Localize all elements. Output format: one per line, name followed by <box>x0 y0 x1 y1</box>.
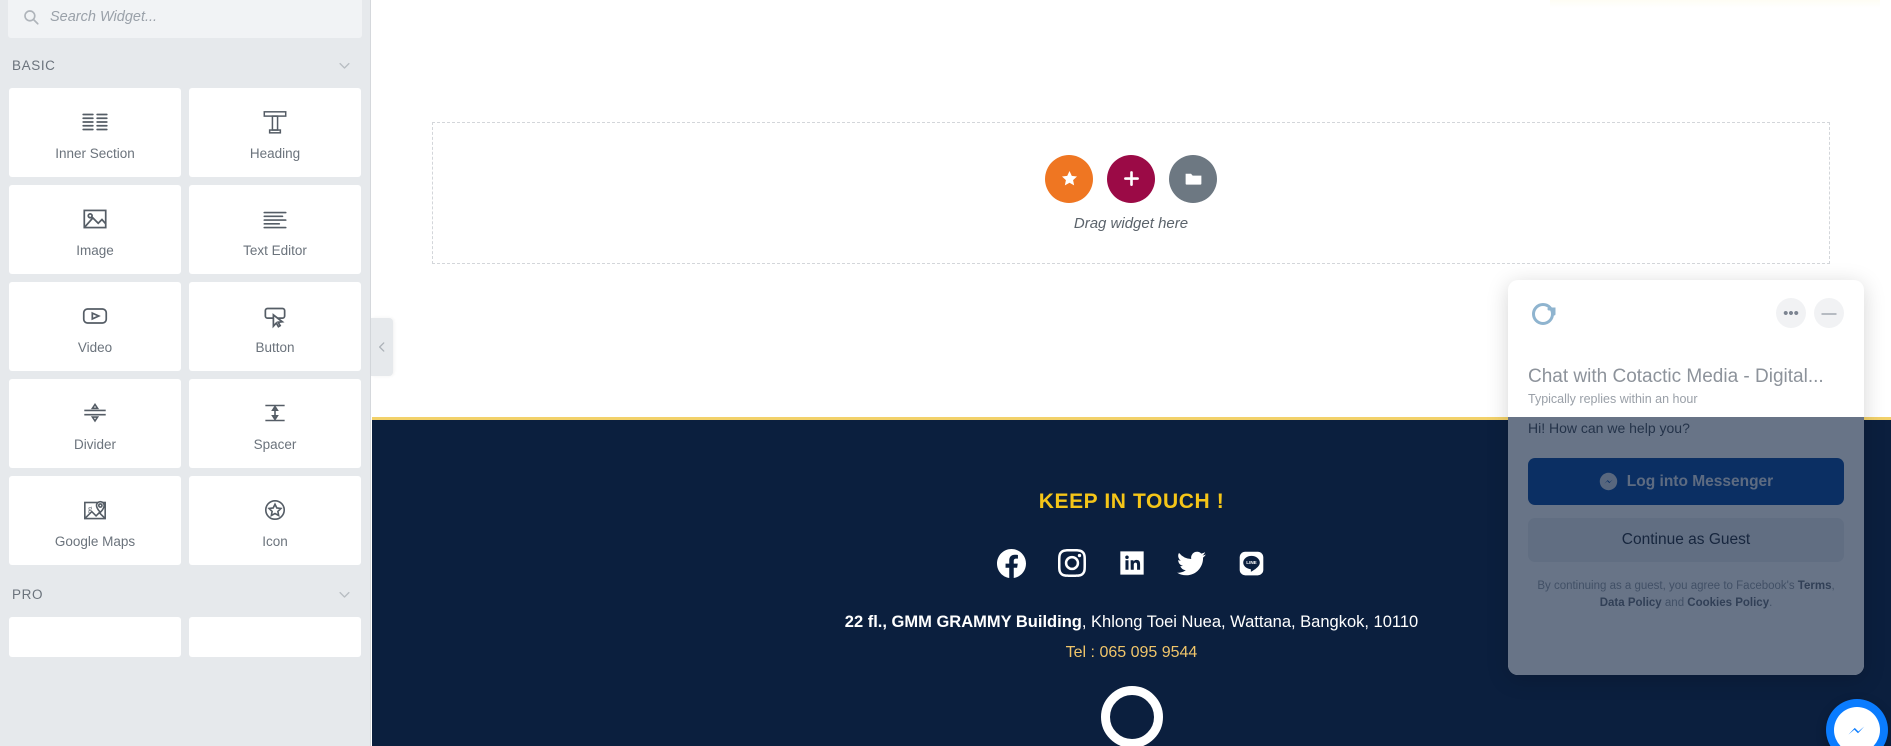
chat-greeting-message: Hi! How can we help you? <box>1528 420 1690 436</box>
widget-label: Heading <box>249 145 301 161</box>
chat-legal-text: By continuing as a guest, you agree to F… <box>1508 562 1864 611</box>
widget-label: Button <box>255 339 295 355</box>
inner-section-icon <box>78 105 112 139</box>
log-into-messenger-label: Log into Messenger <box>1626 472 1774 490</box>
widget-google-maps[interactable]: g Google Maps <box>9 476 181 565</box>
footer-address-rest: , Khlong Toei Nuea, Wattana, Bangkok, 10… <box>1081 613 1419 631</box>
widget-button[interactable]: Button <box>189 282 361 371</box>
chat-action-buttons: Log into Messenger Continue as Guest <box>1508 436 1864 562</box>
svg-text:LINE: LINE <box>1246 559 1257 564</box>
widget-label: Image <box>76 242 114 258</box>
legal-prefix: By continuing as a guest, you agree to F… <box>1537 580 1798 592</box>
chevron-down-icon <box>337 587 352 602</box>
widget-heading[interactable]: Heading <box>189 88 361 177</box>
add-template-button[interactable] <box>1045 154 1093 203</box>
messenger-chat-panel: ••• — Chat with Cotactic Media - Digital… <box>1508 280 1864 675</box>
minimize-icon[interactable]: — <box>1814 298 1844 328</box>
footer-address-building: 22 fl., GMM GRAMMY Building <box>844 613 1082 631</box>
category-title-pro: PRO <box>12 586 44 602</box>
dropzone-action-buttons <box>1045 154 1217 203</box>
google-maps-icon: g <box>78 493 112 527</box>
heading-t-icon <box>258 105 292 139</box>
cookies-policy-link[interactable]: Cookies Policy <box>1687 597 1769 609</box>
category-header-basic[interactable]: BASIC <box>0 42 370 88</box>
pro-widget-card[interactable] <box>9 617 181 657</box>
category-header-pro[interactable]: PRO <box>0 571 370 617</box>
cotactic-logo-icon <box>1528 298 1560 330</box>
widget-spacer[interactable]: Spacer <box>189 379 361 468</box>
plus-icon <box>1121 168 1142 189</box>
continue-as-guest-button[interactable]: Continue as Guest <box>1528 518 1844 562</box>
messenger-icon <box>1599 472 1618 491</box>
widget-label: Divider <box>73 436 116 452</box>
widget-icon[interactable]: Icon <box>189 476 361 565</box>
widget-inner-section[interactable]: Inner Section <box>9 88 181 177</box>
instagram-icon[interactable] <box>1057 548 1087 578</box>
chat-header: ••• — <box>1508 280 1864 358</box>
spacer-icon <box>258 396 292 430</box>
pro-widget-grid <box>0 617 370 657</box>
widget-label: Spacer <box>253 436 297 452</box>
widget-image[interactable]: Image <box>9 185 181 274</box>
search-icon <box>22 8 40 26</box>
chevron-left-icon <box>375 340 389 354</box>
widget-label: Text Editor <box>243 242 307 258</box>
chat-message-area: Hi! How can we help you? <box>1508 406 1864 436</box>
ellipsis-icon[interactable]: ••• <box>1776 298 1806 328</box>
widget-label: Icon <box>262 533 288 549</box>
chat-subtitle: Typically replies within an hour <box>1528 392 1698 406</box>
star-circle-icon <box>258 493 292 527</box>
divider-icon <box>78 396 112 430</box>
widget-search-bar[interactable] <box>8 0 362 38</box>
linkedin-icon[interactable] <box>1117 548 1147 578</box>
chat-header-actions: ••• — <box>1776 298 1844 328</box>
data-policy-link[interactable]: Data Policy <box>1600 597 1662 609</box>
twitter-icon[interactable] <box>1177 548 1207 578</box>
widget-panel: BASIC Inner Section <box>0 0 371 746</box>
button-cursor-icon <box>258 299 292 333</box>
page-top-strip <box>1550 0 1880 8</box>
category-title-basic: BASIC <box>12 57 56 73</box>
panel-collapse-handle[interactable] <box>371 318 393 376</box>
footer-logo <box>1100 686 1163 746</box>
line-icon[interactable]: LINE <box>1237 548 1267 578</box>
folder-icon <box>1183 168 1204 189</box>
widget-label: Google Maps <box>54 533 136 549</box>
chat-title: Chat with Cotactic Media - Digital... <box>1528 366 1824 387</box>
add-section-button[interactable] <box>1107 154 1155 203</box>
legal-period: . <box>1769 596 1773 609</box>
widget-video[interactable]: Video <box>9 282 181 371</box>
widget-text-editor[interactable]: Text Editor <box>189 185 361 274</box>
widget-dropzone[interactable]: Drag widget here <box>432 122 1830 264</box>
facebook-icon[interactable] <box>997 548 1027 578</box>
log-into-messenger-button[interactable]: Log into Messenger <box>1528 458 1844 505</box>
image-icon <box>78 202 112 236</box>
legal-comma: , <box>1831 580 1835 592</box>
dropzone-label: Drag widget here <box>1073 214 1189 232</box>
legal-and: and <box>1661 596 1688 609</box>
elementor-editor-root: BASIC Inner Section <box>0 0 1891 746</box>
search-input[interactable] <box>50 9 348 25</box>
widget-label: Video <box>77 339 113 355</box>
star-icon <box>1059 168 1080 189</box>
video-play-icon <box>78 299 112 333</box>
chevron-down-icon <box>337 58 352 73</box>
basic-widget-grid: Inner Section Heading Image Text Editor … <box>0 88 370 565</box>
terms-link[interactable]: Terms <box>1798 580 1832 592</box>
pro-widget-card[interactable] <box>189 617 361 657</box>
widget-divider[interactable]: Divider <box>9 379 181 468</box>
add-folder-button[interactable] <box>1169 154 1217 203</box>
messenger-icon <box>1834 707 1880 746</box>
widget-label: Inner Section <box>55 145 135 161</box>
text-editor-icon <box>258 202 292 236</box>
